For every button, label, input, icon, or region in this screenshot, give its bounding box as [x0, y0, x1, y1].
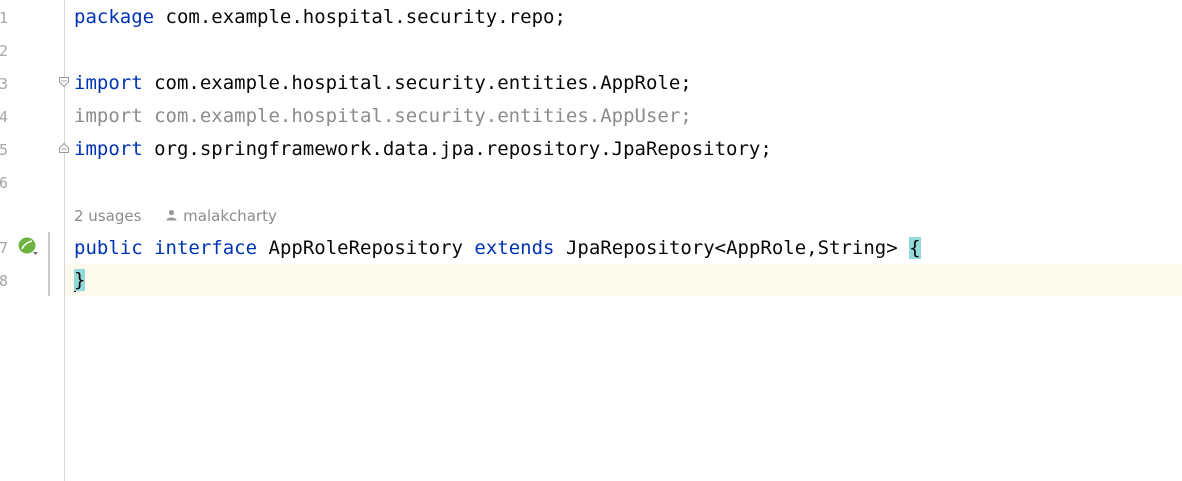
line-number-1: 1	[0, 9, 8, 27]
code-line-closing-brace[interactable]: }	[74, 264, 86, 297]
spring-bean-icon[interactable]	[16, 235, 40, 259]
person-icon	[166, 209, 177, 221]
keyword-import: import	[74, 138, 143, 160]
keyword-extends: extends	[474, 237, 555, 259]
import-path: org.springframework.data.jpa.repository.…	[142, 138, 772, 160]
author-hint[interactable]: malakcharty	[166, 207, 277, 225]
vcs-change-marker[interactable]	[48, 232, 50, 296]
code-line-unused-import-appuser[interactable]: import com.example.hospital.security.ent…	[74, 100, 692, 133]
fold-imports-icon[interactable]	[58, 76, 70, 88]
line-number-2: 2	[0, 42, 8, 60]
parent-type: JpaRepository<AppRole,String>	[565, 237, 898, 259]
open-brace: {	[909, 237, 921, 259]
keyword-interface: interface	[154, 237, 258, 259]
keyword-package: package	[74, 6, 155, 28]
fold-end-icon[interactable]	[58, 142, 70, 154]
code-vision-hints: 2 usages malakcharty	[74, 200, 277, 232]
line-number-3: 3	[0, 75, 8, 93]
code-line-import-jparepository[interactable]: import org.springframework.data.jpa.repo…	[74, 133, 772, 166]
line-number-4: 4	[0, 108, 8, 126]
editor-gutter[interactable]: 1 2 3 4 5 6 7 8	[0, 0, 65, 481]
line-number-7: 7	[0, 239, 8, 257]
code-line-package[interactable]: package com.example.hospital.security.re…	[74, 1, 566, 34]
import-path: com.example.hospital.security.entities.A…	[142, 72, 692, 94]
author-name: malakcharty	[183, 207, 277, 225]
usages-hint[interactable]: 2 usages	[74, 207, 141, 225]
package-name: com.example.hospital.security.repo;	[154, 6, 566, 28]
close-brace: }	[74, 269, 86, 291]
line-number-5: 5	[0, 141, 8, 159]
code-line-interface-declaration[interactable]: public interface AppRoleRepository exten…	[74, 232, 921, 265]
keyword-public: public	[74, 237, 143, 259]
current-line-highlight	[65, 264, 1182, 296]
keyword-import: import	[74, 72, 143, 94]
interface-name: AppRoleRepository	[268, 237, 463, 259]
line-number-8: 8	[0, 272, 8, 290]
code-editor[interactable]: 1 2 3 4 5 6 7 8 package com.example.hosp…	[0, 0, 1182, 481]
code-line-import-approle[interactable]: import com.example.hospital.security.ent…	[74, 67, 692, 100]
line-number-6: 6	[0, 174, 8, 192]
